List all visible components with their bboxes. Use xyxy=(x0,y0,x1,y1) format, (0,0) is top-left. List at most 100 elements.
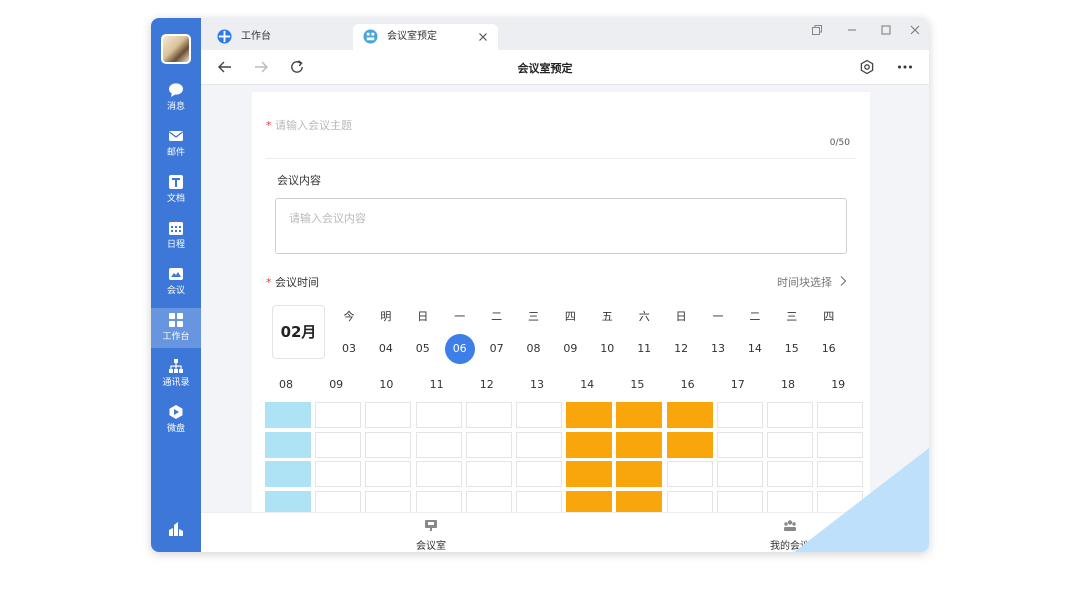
time-slot-free[interactable] xyxy=(716,402,763,428)
date-item[interactable]: 16 xyxy=(814,334,844,364)
time-slot-mine[interactable] xyxy=(265,431,311,458)
time-slot-free[interactable] xyxy=(516,431,562,458)
hour-label: 11 xyxy=(429,378,444,391)
sidebar-item-mail[interactable]: 邮件 xyxy=(151,124,201,164)
time-slot-free[interactable] xyxy=(666,461,713,487)
bottom-nav-meeting-room[interactable]: 会议室 xyxy=(371,513,491,552)
hour-label: 14 xyxy=(580,378,595,391)
time-slot-free[interactable] xyxy=(365,490,412,512)
subject-input[interactable]: * 请输入会议主题 xyxy=(266,117,352,133)
time-slot-free[interactable] xyxy=(315,431,362,458)
date-item[interactable]: 09 xyxy=(555,334,585,364)
sidebar-item-meeting[interactable]: 会议 xyxy=(151,262,201,302)
time-slot-free[interactable] xyxy=(315,461,362,487)
bottom-nav-my-meetings[interactable]: 我的会议 xyxy=(730,513,850,552)
date-item[interactable]: 04 xyxy=(371,334,401,364)
more-options-icon[interactable] xyxy=(897,59,913,75)
time-slot-free[interactable] xyxy=(315,402,362,428)
date-selected[interactable]: 06 xyxy=(444,334,475,364)
time-slot-booked[interactable] xyxy=(616,490,663,512)
time-slot-free[interactable] xyxy=(365,402,412,428)
time-slot-mine[interactable] xyxy=(265,402,311,428)
time-slot-free[interactable] xyxy=(516,461,562,487)
sidebar-item-messages[interactable]: 消息 xyxy=(151,78,201,118)
time-slot-free[interactable] xyxy=(516,490,562,512)
required-mark: * xyxy=(266,276,272,289)
time-slot-booked[interactable] xyxy=(666,402,713,428)
time-slot-booked[interactable] xyxy=(616,402,663,428)
time-slot-free[interactable] xyxy=(465,490,512,512)
tab-meeting-room-booking[interactable]: 会议室预定 xyxy=(353,24,498,50)
sidebar-item-label: 消息 xyxy=(166,102,185,112)
time-slot-booked[interactable] xyxy=(666,431,713,458)
time-slot-free[interactable] xyxy=(415,431,462,458)
avatar[interactable] xyxy=(161,34,191,64)
time-slot-free[interactable] xyxy=(465,431,512,458)
time-slot-free[interactable] xyxy=(817,402,864,428)
time-slot-free[interactable] xyxy=(817,461,864,487)
maximize-icon[interactable] xyxy=(879,23,893,37)
sidebar-item-label: 工作台 xyxy=(162,332,190,342)
time-slot-mine[interactable] xyxy=(265,490,311,512)
settings-icon[interactable] xyxy=(859,59,875,75)
time-slot-booked[interactable] xyxy=(566,402,613,428)
time-slot-mine[interactable] xyxy=(265,461,311,487)
time-slot-free[interactable] xyxy=(315,490,362,512)
pin-window-icon[interactable] xyxy=(810,23,824,37)
sidebar-item-docs[interactable]: 文档 xyxy=(151,170,201,210)
hour-label: 10 xyxy=(379,378,394,391)
time-slot-free[interactable] xyxy=(516,402,562,428)
time-slot-free[interactable] xyxy=(767,431,813,458)
tab-workbench[interactable]: 工作台 xyxy=(207,24,347,50)
date-item[interactable]: 11 xyxy=(629,334,659,364)
sidebar-item-workbench[interactable]: 工作台 xyxy=(151,308,201,348)
time-slot-free[interactable] xyxy=(767,402,813,428)
time-slot-booked[interactable] xyxy=(566,431,613,458)
time-slot-free[interactable] xyxy=(817,490,864,512)
close-icon[interactable] xyxy=(476,30,490,44)
time-slot-free[interactable] xyxy=(415,461,462,487)
date-item[interactable]: 15 xyxy=(777,334,807,364)
sidebar-item-contacts[interactable]: 通讯录 xyxy=(151,354,201,394)
date-item[interactable]: 05 xyxy=(408,334,438,364)
time-slot-free[interactable] xyxy=(817,431,864,458)
time-slot-booked[interactable] xyxy=(616,461,663,487)
workbench-icon xyxy=(169,313,183,327)
date-item[interactable]: 08 xyxy=(519,334,549,364)
date-item[interactable]: 12 xyxy=(666,334,696,364)
hour-label: 18 xyxy=(781,378,795,391)
time-block-link-label: 时间块选择 xyxy=(777,276,832,289)
time-slot-free[interactable] xyxy=(415,402,462,428)
weekday-label: 三 xyxy=(786,310,798,323)
time-slot-booked[interactable] xyxy=(566,490,613,512)
time-slot-free[interactable] xyxy=(767,490,813,512)
time-slot-free[interactable] xyxy=(716,431,763,458)
sidebar-item-calendar[interactable]: 日程 xyxy=(151,216,201,256)
time-slot-free[interactable] xyxy=(666,490,713,512)
content-label: 会议内容 xyxy=(277,174,321,187)
time-slot-free[interactable] xyxy=(716,461,763,487)
time-slot-free[interactable] xyxy=(767,461,813,487)
content-textarea[interactable]: 请输入会议内容 xyxy=(275,198,847,254)
time-slot-free[interactable] xyxy=(415,490,462,512)
time-slot-free[interactable] xyxy=(365,431,412,458)
date-item[interactable]: 14 xyxy=(740,334,770,364)
time-slot-free[interactable] xyxy=(465,461,512,487)
my-meetings-icon xyxy=(784,520,796,531)
weekday-label: 三 xyxy=(528,310,539,323)
time-slot-free[interactable] xyxy=(365,461,412,487)
time-slot-booked[interactable] xyxy=(566,461,613,487)
minimize-icon[interactable] xyxy=(845,23,859,37)
time-slot-booked[interactable] xyxy=(616,431,663,458)
subject-placeholder: 请输入会议主题 xyxy=(275,119,352,132)
time-slot-free[interactable] xyxy=(716,490,763,512)
window-close-icon[interactable] xyxy=(908,23,922,37)
date-item[interactable]: 10 xyxy=(592,334,622,364)
date-item[interactable]: 03 xyxy=(334,334,364,364)
date-item[interactable]: 13 xyxy=(703,334,733,364)
meeting-room-tab-icon xyxy=(363,29,378,44)
time-slot-free[interactable] xyxy=(465,402,512,428)
apps-icon[interactable] xyxy=(168,521,184,537)
sidebar-item-drive[interactable]: 微盘 xyxy=(151,400,201,440)
date-item[interactable]: 07 xyxy=(482,334,512,364)
